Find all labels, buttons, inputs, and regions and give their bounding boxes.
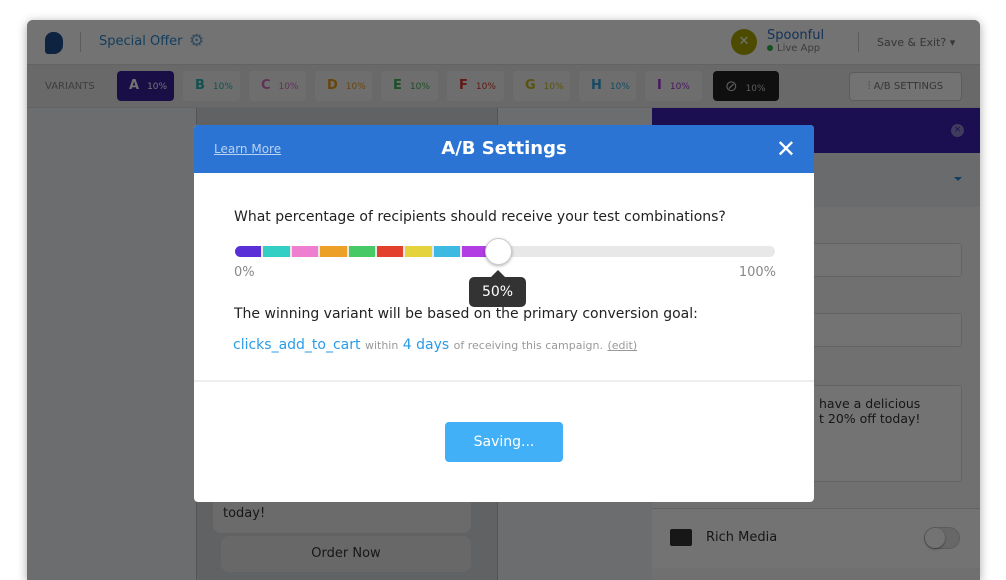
variant-f[interactable]: F 10% [447, 71, 504, 101]
slider-segment [291, 246, 319, 257]
saving-button[interactable]: Saving... [445, 422, 563, 462]
divider [858, 32, 859, 52]
rich-media-toggle[interactable] [924, 527, 960, 549]
campaign-title[interactable]: Special Offer [99, 34, 183, 49]
text-field[interactable] [812, 313, 962, 347]
ab-settings-button[interactable]: ⫶ A/B SETTINGS [849, 72, 962, 101]
value-tooltip: 50% [469, 270, 526, 307]
app-avatar: ✕ [731, 29, 757, 55]
app-name: Spoonful [767, 28, 825, 43]
edit-link[interactable]: (edit) [607, 339, 637, 352]
save-exit-dropdown[interactable]: Save & Exit? ▾ [877, 36, 955, 49]
close-icon[interactable]: × [951, 124, 964, 137]
chevron-down-icon: ▾ [949, 36, 956, 49]
goal-line: clicks_add_to_cart within 4 days of rece… [233, 337, 638, 353]
slider-segment [433, 246, 461, 257]
image-icon [670, 529, 692, 546]
goal-link[interactable]: clicks_add_to_cart [233, 337, 361, 353]
logo [45, 32, 63, 54]
slider-segment [263, 246, 290, 257]
order-now-button[interactable]: Order Now [221, 536, 471, 572]
variant-h[interactable]: H 10% [579, 71, 636, 101]
app-status: Live App [767, 43, 820, 54]
slider-segment [320, 246, 347, 257]
winning-text: The winning variant will be based on the… [234, 306, 698, 322]
gear-icon[interactable]: ⚙ [189, 31, 204, 51]
variant-control[interactable]: ⊘ 10% [713, 71, 779, 101]
duration[interactable]: 4 days [403, 337, 449, 353]
top-header: Special Offer ⚙ ✕ Spoonful Live App Save… [27, 20, 980, 65]
variant-g[interactable]: G 10% [513, 71, 570, 101]
variant-b[interactable]: B 10% [183, 71, 240, 101]
slider-segment [235, 246, 262, 257]
variant-e[interactable]: E 10% [381, 71, 438, 101]
question: What percentage of recipients should rec… [234, 209, 726, 225]
variants-bar: VARIANTS A 10% B 10% C 10% D 10% E 10% F 10% G 10% H 10… [27, 65, 980, 108]
rich-media-row: Rich Media [652, 508, 980, 568]
variants-label: VARIANTS [45, 81, 95, 92]
variant-i[interactable]: I 10% [645, 71, 702, 101]
divider [80, 32, 81, 52]
slider-segment [348, 246, 375, 257]
slider-thumb[interactable] [485, 238, 512, 265]
rich-media-label: Rich Media [706, 530, 778, 545]
variant-a[interactable]: A 10% [117, 71, 174, 101]
variant-c[interactable]: C 10% [249, 71, 306, 101]
ab-settings-modal: Learn More A/B Settings ✕ What percentag… [194, 125, 814, 502]
divider [194, 380, 814, 382]
control-icon: ⊘ [725, 77, 738, 95]
slider-segment [405, 246, 432, 257]
close-icon[interactable]: ✕ [776, 135, 796, 163]
message-field[interactable]: have a delicious t 20% off today! [812, 385, 962, 482]
modal-title: A/B Settings [441, 138, 567, 159]
text-field[interactable] [812, 243, 962, 277]
variant-d[interactable]: D 10% [315, 71, 372, 101]
min-label: 0% [234, 265, 255, 280]
slider-segment [377, 246, 404, 257]
max-label: 100% [738, 265, 776, 280]
